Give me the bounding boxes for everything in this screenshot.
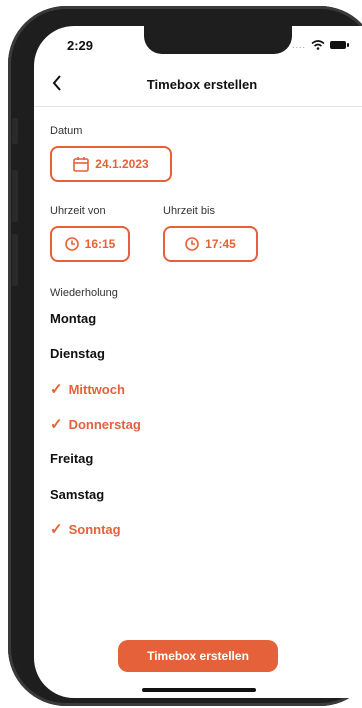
time-from-value: 16:15 (84, 237, 116, 251)
status-time: 2:29 (67, 38, 94, 53)
checkmark-icon: ✓ (50, 416, 63, 433)
day-label: Dienstag (50, 346, 105, 361)
status-icons: .... (292, 40, 350, 50)
day-option-samstag[interactable]: Samstag (50, 487, 104, 502)
day-label: Montag (50, 311, 97, 326)
date-label: Datum (50, 125, 83, 137)
day-label: Donnerstag (68, 416, 141, 432)
wifi-icon (311, 40, 325, 50)
time-from-label: Uhrzeit von (50, 205, 106, 217)
checkmark-icon: ✓ (50, 381, 63, 398)
page-title: Timebox erstellen (146, 77, 258, 92)
mute-switch (12, 118, 18, 144)
volume-up-button (12, 170, 18, 222)
time-from-button[interactable]: 16:15 (50, 226, 130, 262)
day-label: Mittwoch (68, 381, 125, 397)
clock-icon (185, 237, 199, 251)
day-option-freitag[interactable]: Freitag (50, 451, 93, 466)
time-to-label: Uhrzeit bis (163, 205, 215, 217)
day-option-sonntag[interactable]: ✓ Sonntag (50, 520, 121, 538)
nav-bar: Timebox erstellen (34, 66, 362, 107)
calendar-icon (73, 156, 90, 172)
volume-down-button (12, 234, 18, 286)
date-value: 24.1.2023 (95, 157, 149, 171)
time-to-value: 17:45 (205, 237, 236, 251)
app-screen: 2:29 .... Timebox erstellen Datum 24.1.2… (34, 26, 362, 698)
create-timebox-button[interactable]: Timebox erstellen (118, 640, 278, 672)
day-option-mittwoch[interactable]: ✓ Mittwoch (50, 380, 125, 398)
date-picker-button[interactable]: 24.1.2023 (50, 146, 172, 182)
clock-icon (64, 237, 79, 251)
day-option-montag[interactable]: Montag (50, 311, 96, 326)
day-label: Freitag (50, 451, 94, 466)
day-label: Sonntag (68, 521, 121, 537)
phone-frame: 2:29 .... Timebox erstellen Datum 24.1.2… (8, 6, 362, 706)
day-label: Samstag (50, 487, 105, 502)
time-to-button[interactable]: 17:45 (163, 226, 258, 262)
checkmark-icon: ✓ (50, 521, 63, 538)
repeat-label: Wiederholung (50, 287, 118, 299)
day-option-donnerstag[interactable]: ✓ Donnerstag (50, 415, 141, 433)
signal-dots: .... (292, 40, 307, 50)
battery-icon (330, 41, 350, 49)
notch (144, 26, 292, 54)
day-option-dienstag[interactable]: Dienstag (50, 346, 105, 361)
home-indicator (142, 688, 256, 692)
